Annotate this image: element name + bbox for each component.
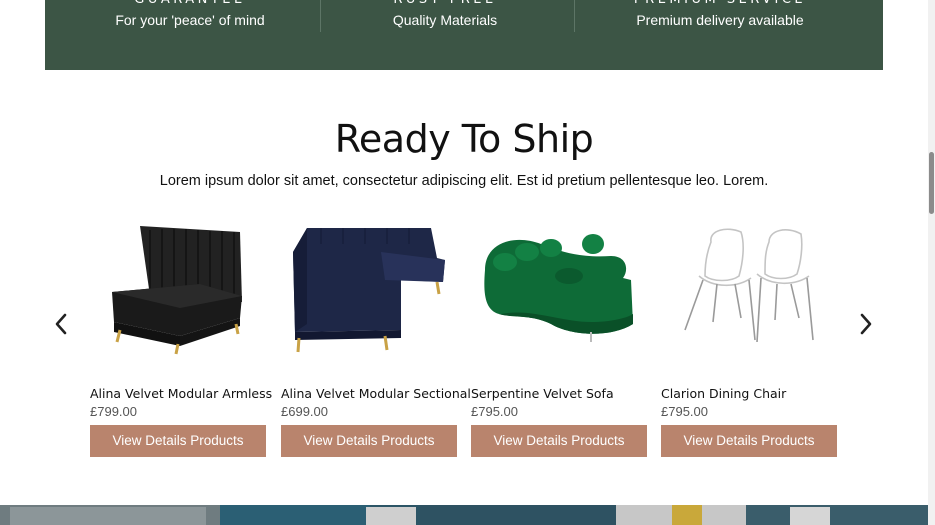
product-price: £699.00 (281, 404, 328, 419)
view-details-button[interactable]: View Details Products (90, 425, 266, 457)
product-price: £799.00 (90, 404, 137, 419)
armless-chair-image (112, 226, 242, 355)
scrollbar-thumb[interactable] (929, 152, 934, 214)
dining-chair-image (684, 228, 814, 343)
product-image[interactable] (90, 214, 266, 364)
serpentine-sofa-image (484, 234, 633, 342)
feature-title: GUARANTEE (105, 0, 275, 10)
page-scrollbar[interactable] (928, 0, 935, 525)
view-details-button[interactable]: View Details Products (661, 425, 837, 457)
product-card: Alina Velvet Modular Sectional £699.00 V… (281, 214, 471, 458)
product-image[interactable] (661, 214, 837, 364)
product-card: Clarion Dining Chair £795.00 View Detail… (661, 214, 837, 458)
feature-guarantee: GUARANTEE For your 'peace' of mind (105, 0, 275, 34)
product-name[interactable]: Clarion Dining Chair (661, 386, 786, 401)
feature-divider (574, 0, 575, 32)
chevron-left-icon (55, 313, 67, 335)
view-details-button[interactable]: View Details Products (471, 425, 647, 457)
section-subtitle: Lorem ipsum dolor sit amet, consectetur … (159, 173, 769, 189)
features-banner: GUARANTEE For your 'peace' of mind RUST … (45, 0, 883, 70)
feature-divider (320, 0, 321, 32)
product-image[interactable] (281, 214, 457, 364)
feature-premium-service: PREMIUM SERVICE Premium delivery availab… (625, 0, 815, 34)
product-name[interactable]: Serpentine Velvet Sofa (471, 386, 614, 401)
product-card: Alina Velvet Modular Armless £799.00 Vie… (90, 214, 272, 458)
carousel-prev-button[interactable] (53, 313, 71, 335)
carousel-next-button[interactable] (856, 313, 874, 335)
product-name[interactable]: Alina Velvet Modular Armless (90, 386, 272, 401)
feature-subtitle: For your 'peace' of mind (115, 12, 265, 28)
product-price: £795.00 (471, 404, 518, 419)
feature-title: RUST FREE (360, 0, 530, 10)
feature-title: PREMIUM SERVICE (625, 0, 815, 10)
view-details-button[interactable]: View Details Products (281, 425, 457, 457)
chevron-right-icon (860, 313, 872, 335)
product-name[interactable]: Alina Velvet Modular Sectional (281, 386, 471, 401)
room-photo-image (0, 505, 928, 525)
feature-rust-free: RUST FREE Quality Materials (360, 0, 530, 34)
section-title: Ready To Ship (334, 117, 594, 161)
feature-subtitle: Quality Materials (392, 12, 498, 28)
feature-subtitle: Premium delivery available (636, 12, 804, 28)
next-section-image (0, 505, 928, 525)
product-price: £795.00 (661, 404, 708, 419)
product-card: Serpentine Velvet Sofa £795.00 View Deta… (471, 214, 647, 458)
sectional-sofa-image (293, 228, 445, 353)
product-image[interactable] (471, 214, 647, 364)
